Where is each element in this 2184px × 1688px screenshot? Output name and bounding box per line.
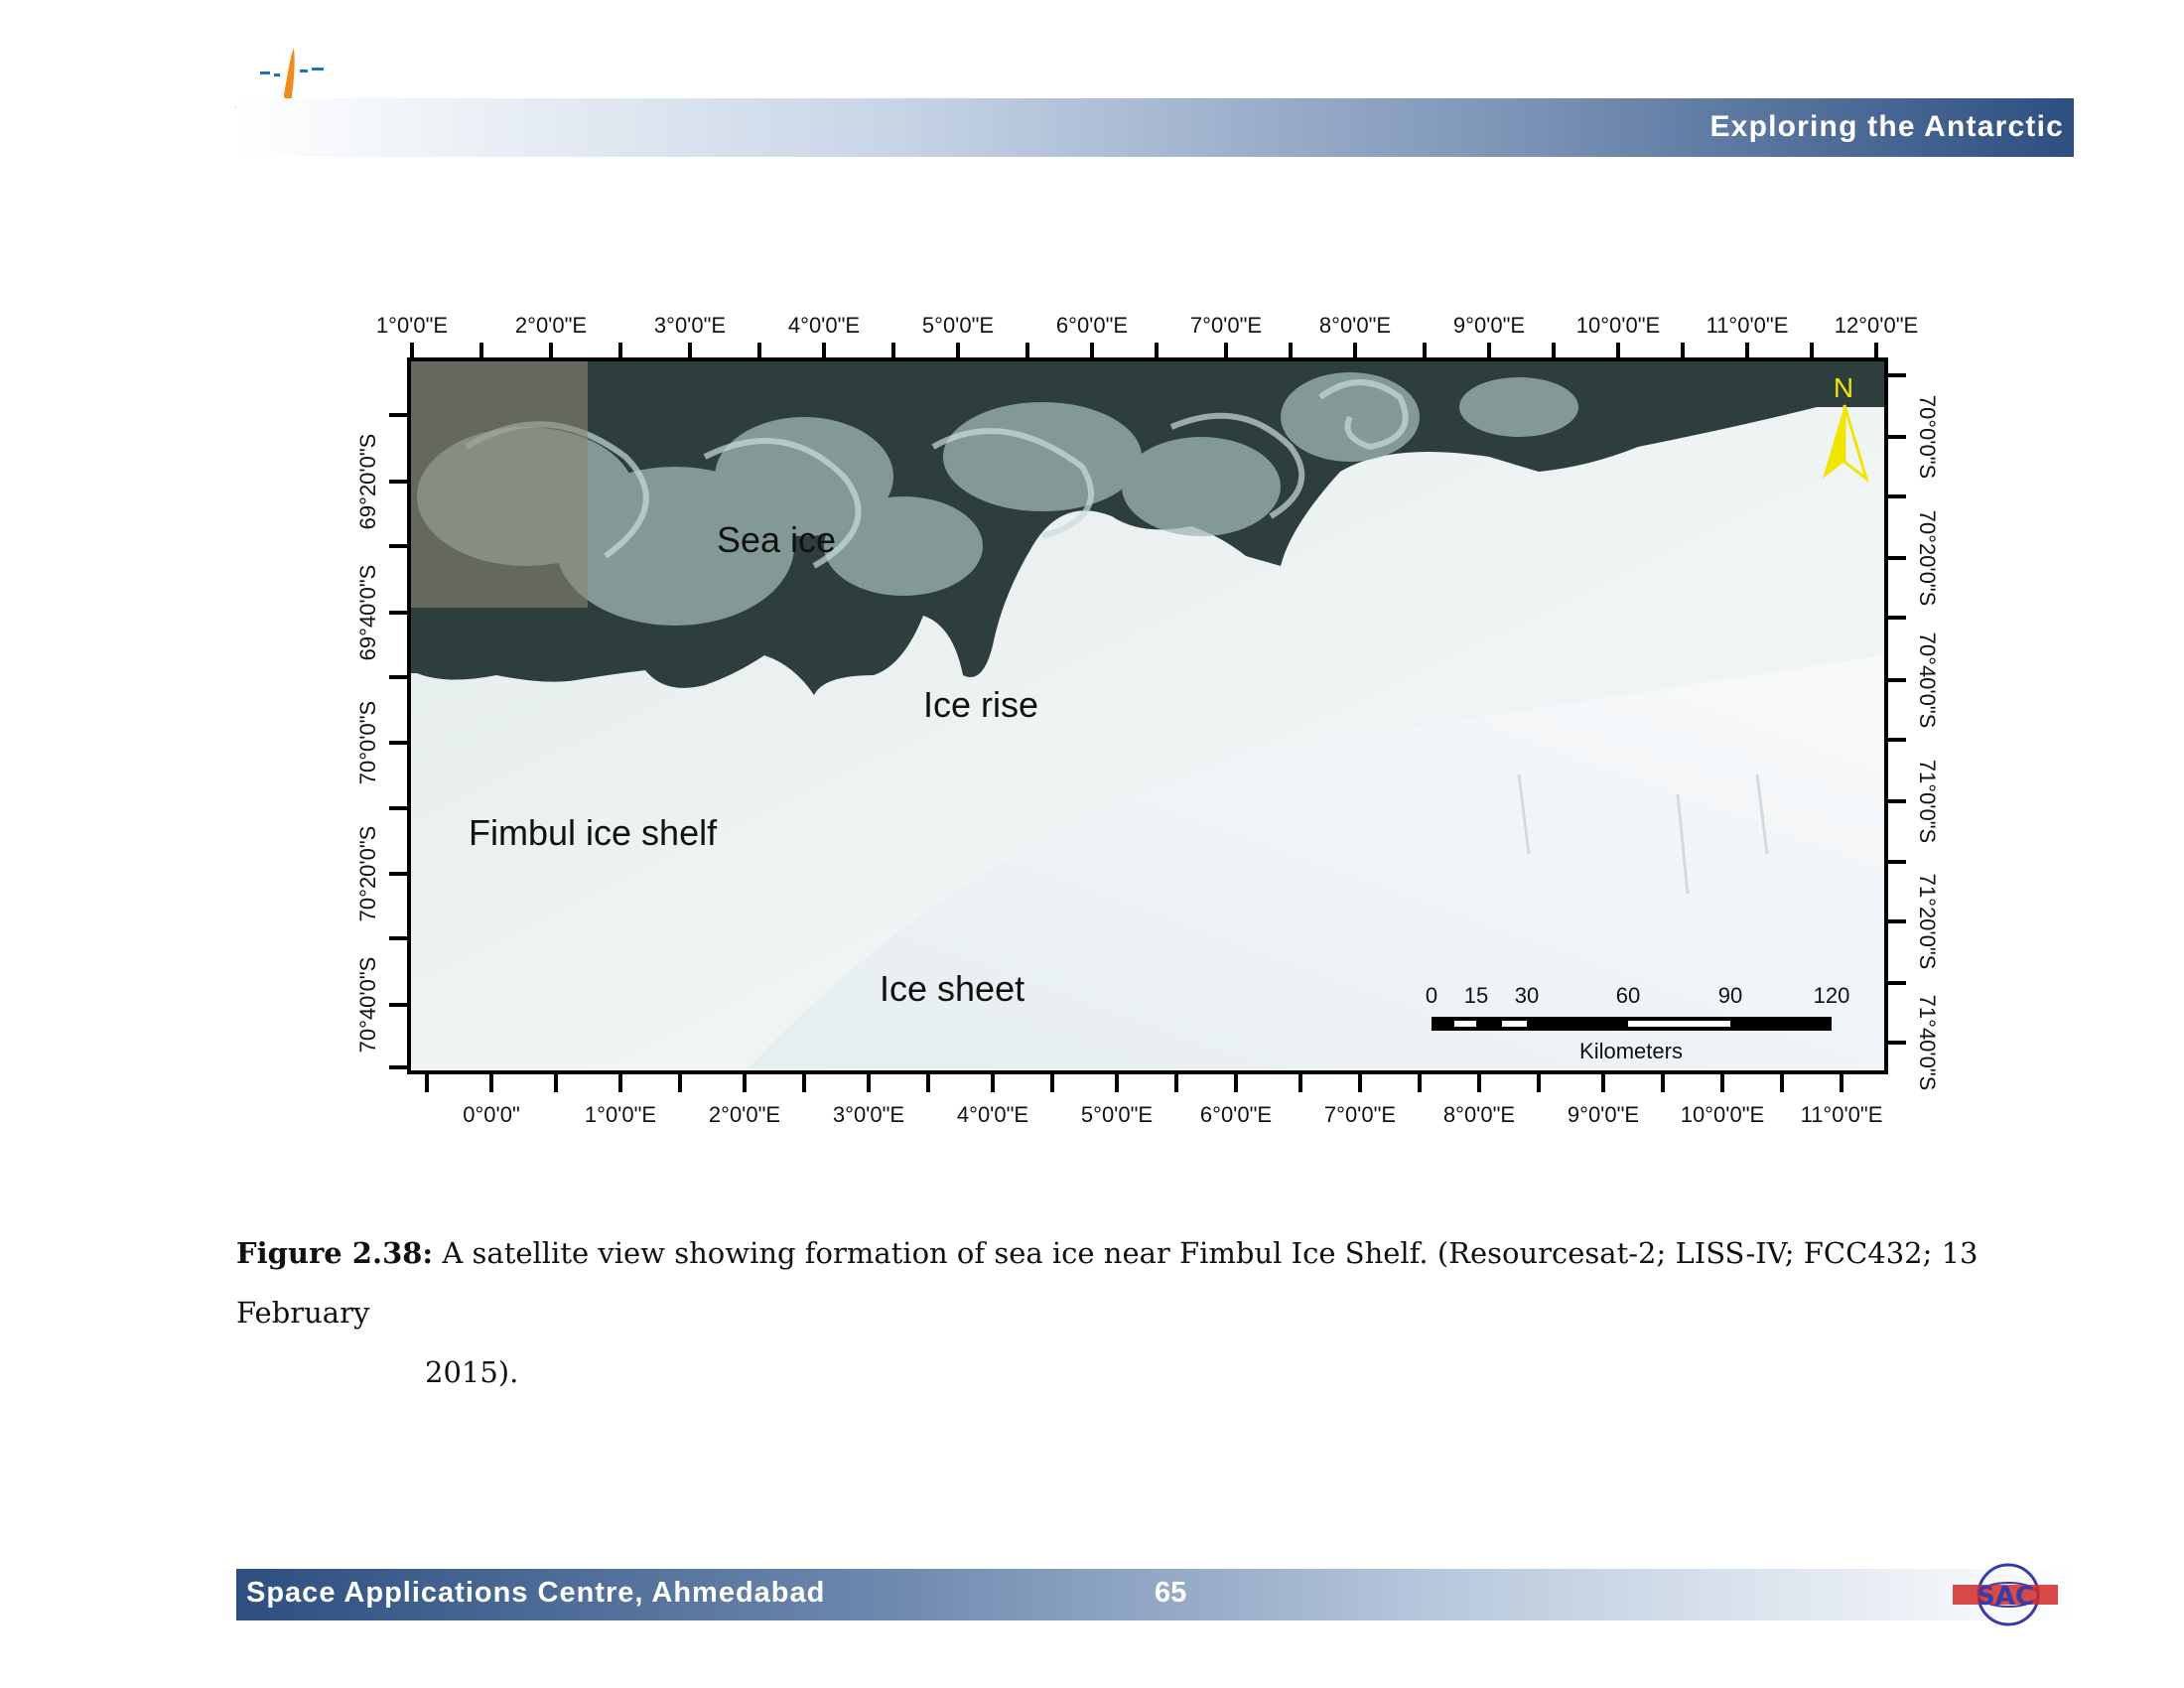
top-axis-ticks [410,343,1878,359]
satellite-map: 1°0'0"E 2°0'0"E 3°0'0"E 4°0'0"E 5°0'0"E … [355,313,1940,1127]
top-axis-label: 9°0'0"E [1453,313,1525,338]
bottom-axis-label: 6°0'0"E [1200,1102,1272,1127]
bottom-axis-label: 4°0'0"E [957,1102,1028,1127]
scale-tick: 30 [1515,983,1539,1008]
bottom-axis-label: 0°0'0" [463,1102,520,1127]
left-axis-label: 70°40'0"S [355,957,380,1054]
bottom-axis-label: 5°0'0"E [1081,1102,1153,1127]
right-axis-labels: 70°0'0"S 70°20'0"S 70°40'0"S 71°0'0"S 71… [1915,395,1940,1091]
top-axis-label: 2°0'0"E [515,313,587,338]
sac-logo: SAC [1951,1563,2060,1626]
bottom-axis-label: 8°0'0"E [1443,1102,1515,1127]
figure-caption: Figure 2.38: A satellite view showing fo… [236,1223,2073,1402]
left-axis-label: 69°40'0"S [355,565,380,661]
top-axis-label: 12°0'0"E [1835,313,1918,338]
top-axis-label: 1°0'0"E [376,313,448,338]
map-image [409,359,1886,1072]
footer-band: Space Applications Centre, Ahmedabad 65 [236,1569,2074,1620]
left-axis-labels: 69°20'0"S 69°40'0"S 70°0'0"S 70°20'0"S 7… [355,434,380,1054]
top-axis-label: 5°0'0"E [922,313,994,338]
right-axis-label: 70°40'0"S [1915,633,1940,729]
scale-tick: 15 [1464,983,1488,1008]
bottom-axis-label: 9°0'0"E [1568,1102,1639,1127]
top-axis-label: 11°0'0"E [1706,313,1789,338]
top-axis-label: 7°0'0"E [1190,313,1262,338]
scale-tick: 0 [1426,983,1437,1008]
header-title: Exploring the Antarctic [1709,110,2064,143]
scale-unit: Kilometers [1579,1039,1683,1063]
bottom-axis-label: 11°0'0"E [1801,1102,1883,1127]
bottom-axis-labels: 0°0'0" 1°0'0"E 2°0'0"E 3°0'0"E 4°0'0"E 5… [463,1102,1882,1127]
right-axis-label: 71°0'0"S [1915,760,1940,843]
left-axis-label: 70°0'0"S [355,701,380,784]
caption-text-line1: A satellite view showing formation of se… [236,1236,1979,1330]
bottom-axis-label: 7°0'0"E [1324,1102,1396,1127]
top-axis-labels: 1°0'0"E 2°0'0"E 3°0'0"E 4°0'0"E 5°0'0"E … [376,313,1918,338]
bottom-axis-label: 3°0'0"E [833,1102,904,1127]
top-axis-label: 3°0'0"E [654,313,726,338]
top-axis-label: 10°0'0"E [1576,313,1660,338]
left-axis-label: 69°20'0"S [355,434,380,530]
caption-text-line2: 2015). [425,1355,519,1389]
svg-text:SAC: SAC [1977,1582,2034,1612]
scale-tick: 90 [1718,983,1742,1008]
right-axis-label: 70°20'0"S [1915,510,1940,607]
right-axis-label: 71°20'0"S [1915,874,1940,970]
sea-ice-label: Sea ice [717,519,836,560]
top-axis-label: 8°0'0"E [1319,313,1391,338]
bottom-axis-label: 2°0'0"E [709,1102,780,1127]
ice-rise-label: Ice rise [923,684,1038,725]
bottom-axis-label: 10°0'0"E [1681,1102,1764,1127]
footer-organization: Space Applications Centre, Ahmedabad [246,1577,826,1609]
satellite-map-figure: 1°0'0"E 2°0'0"E 3°0'0"E 4°0'0"E 5°0'0"E … [347,298,1966,1142]
page-number: 65 [1155,1577,1187,1609]
right-axis-label: 70°0'0"S [1915,395,1940,479]
right-axis-label: 71°40'0"S [1915,995,1940,1091]
top-axis-label: 4°0'0"E [788,313,860,338]
top-axis-label: 6°0'0"E [1056,313,1128,338]
fimbul-ice-shelf-label: Fimbul ice shelf [469,812,718,853]
scale-tick: 120 [1814,983,1850,1008]
left-axis-label: 70°20'0"S [355,826,380,922]
figure-label: Figure 2.38: [236,1236,434,1270]
right-axis-ticks [1886,373,1906,1045]
bottom-axis-label: 1°0'0"E [585,1102,656,1127]
ice-sheet-label: Ice sheet [880,968,1024,1009]
header-band: Exploring the Antarctic [236,98,2074,157]
north-label: N [1834,372,1853,403]
left-axis-ticks [389,413,409,1069]
scale-tick: 60 [1616,983,1640,1008]
bottom-axis-ticks [425,1072,1843,1092]
